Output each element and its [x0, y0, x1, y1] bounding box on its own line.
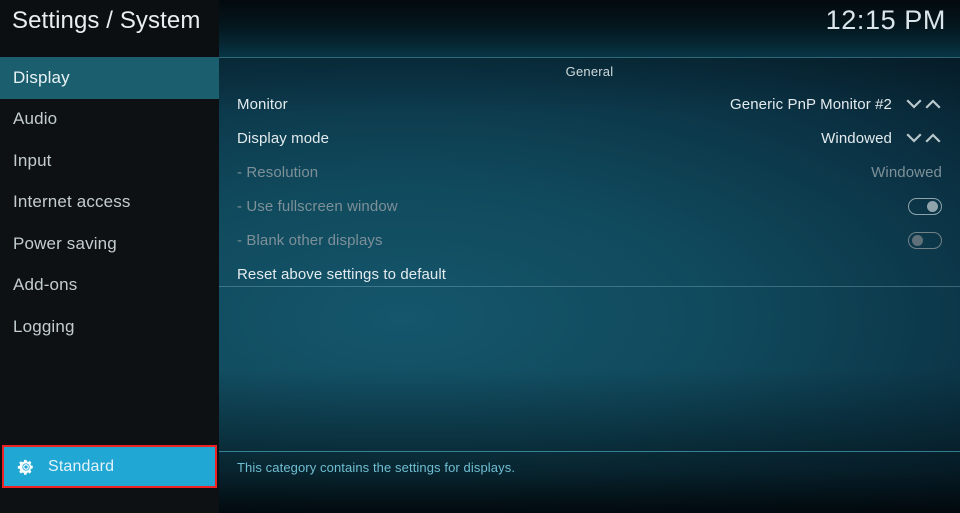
toggle-blank-other-displays — [908, 231, 942, 249]
sidebar-item-label: Power saving — [13, 233, 117, 253]
sidebar-item-label: Add-ons — [13, 275, 78, 295]
setting-label: - Blank other displays — [237, 231, 383, 249]
setting-row-monitor[interactable]: Monitor Generic PnP Monitor #2 — [219, 87, 960, 121]
content-top-divider — [219, 57, 960, 58]
setting-label: Monitor — [237, 95, 288, 113]
setting-control: Windowed — [821, 130, 960, 147]
setting-label: - Resolution — [237, 163, 319, 181]
sidebar-item-label: Input — [13, 150, 52, 170]
toggle-knob — [912, 234, 923, 246]
sidebar-item-display[interactable]: Display — [0, 57, 219, 99]
sidebar-item-audio[interactable]: Audio — [0, 99, 219, 141]
toggle-use-fullscreen-window — [908, 197, 942, 215]
window-header: Settings / System 12:15 PM — [0, 0, 960, 57]
gear-icon — [17, 459, 33, 475]
setting-value: Generic PnP Monitor #2 — [729, 95, 892, 113]
settings-content-panel: General Monitor Generic PnP Monitor #2 D… — [219, 57, 960, 513]
sidebar-item-label: Logging — [13, 316, 75, 336]
sidebar-item-label: Display — [13, 67, 70, 87]
setting-label: Display mode — [237, 129, 330, 147]
kodi-settings-window: Settings / System 12:15 PM Display Audio… — [0, 0, 960, 513]
settings-group-title: General — [565, 64, 614, 79]
setting-row-reset-to-default[interactable]: Reset above settings to default — [219, 257, 960, 291]
sidebar-item-logging[interactable]: Logging — [0, 306, 219, 348]
toggle-knob — [927, 200, 938, 212]
setting-control: Generic PnP Monitor #2 — [730, 96, 960, 113]
sidebar-item-label: Audio — [13, 109, 58, 129]
setting-row-blank-other-displays: - Blank other displays — [219, 223, 960, 257]
setting-label: Reset above settings to default — [237, 265, 447, 283]
settings-level-label: Standard — [48, 457, 115, 475]
sidebar-item-add-ons[interactable]: Add-ons — [0, 265, 219, 307]
sidebar-item-label: Internet access — [13, 192, 131, 212]
setting-row-display-mode[interactable]: Display mode Windowed — [219, 121, 960, 155]
setting-control: Windowed — [871, 164, 960, 181]
category-description: This category contains the settings for … — [237, 460, 516, 475]
spinner-chevrons-icon[interactable] — [906, 130, 942, 146]
setting-control — [894, 231, 960, 249]
setting-value: Windowed — [871, 163, 942, 181]
settings-level-button-wrapper: Standard — [2, 445, 217, 488]
page-title: Settings / System — [12, 7, 201, 34]
footer-divider — [219, 451, 960, 452]
settings-row-list: Monitor Generic PnP Monitor #2 Display m… — [219, 87, 960, 291]
setting-control — [894, 197, 960, 215]
clock: 12:15 PM — [825, 5, 946, 35]
setting-row-resolution: - Resolution Windowed — [219, 155, 960, 189]
spinner-chevrons-icon[interactable] — [906, 96, 942, 112]
setting-label: - Use fullscreen window — [237, 197, 398, 215]
sidebar-item-internet-access[interactable]: Internet access — [0, 182, 219, 224]
sidebar-item-power-saving[interactable]: Power saving — [0, 223, 219, 265]
sidebar-category-list: Display Audio Input Internet access Powe… — [0, 57, 219, 348]
sidebar: Display Audio Input Internet access Powe… — [0, 57, 219, 513]
sidebar-item-input[interactable]: Input — [0, 140, 219, 182]
setting-value: Windowed — [821, 129, 892, 147]
setting-row-use-fullscreen-window: - Use fullscreen window — [219, 189, 960, 223]
settings-level-button[interactable]: Standard — [4, 447, 215, 486]
